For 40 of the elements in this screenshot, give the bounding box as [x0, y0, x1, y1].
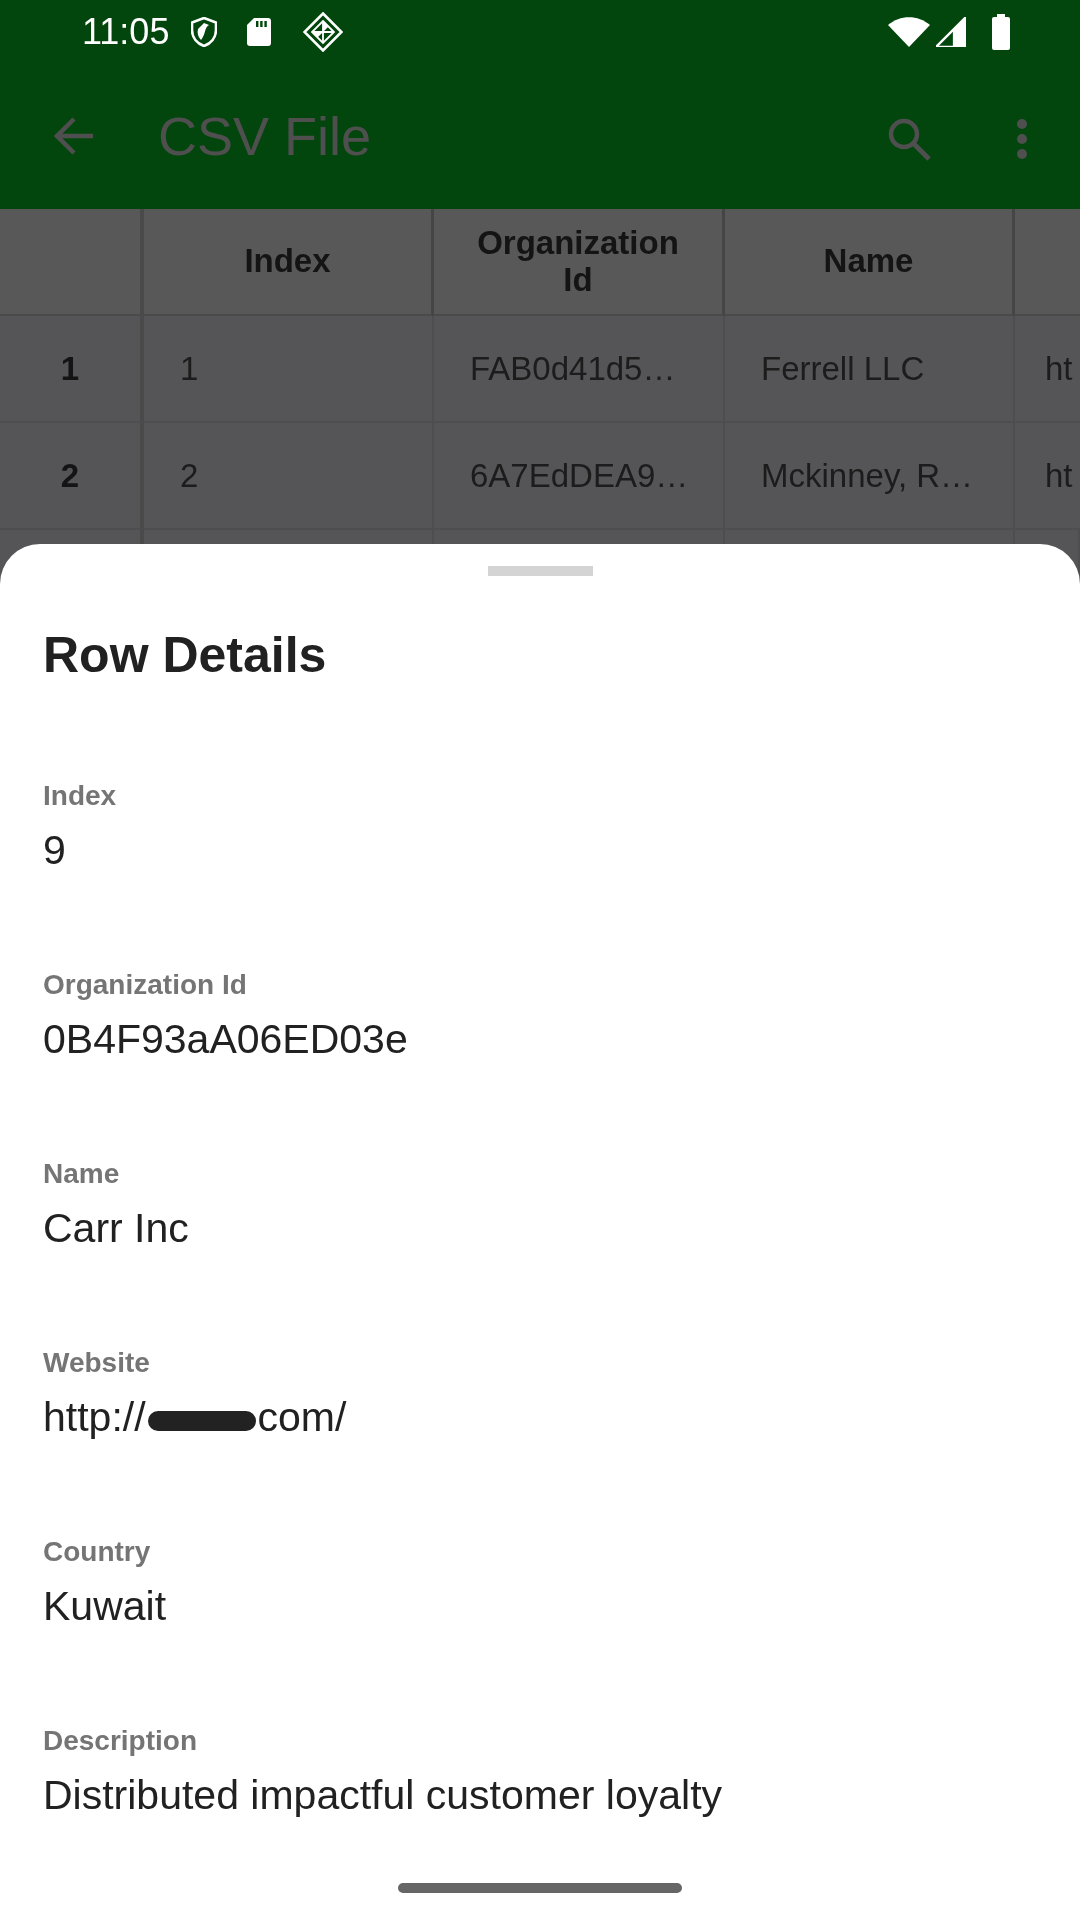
back-arrow-icon[interactable]: [53, 115, 95, 157]
field-label: Website: [43, 1346, 151, 1380]
wifi-icon: [888, 16, 930, 47]
sheet-title: Row Details: [43, 626, 328, 685]
column-header[interactable]: Organization Id: [434, 209, 725, 316]
field-label: Country: [43, 1535, 152, 1569]
table-cell: 2: [144, 423, 434, 530]
field-label: Organization Id: [43, 968, 248, 1002]
table-cell: FAB0d41d5…: [434, 316, 725, 423]
diamond-icon: [303, 11, 344, 52]
field-value: 0B4F93aA06ED03e: [43, 1015, 408, 1063]
status-time: 11:05: [82, 13, 170, 50]
app-bar-title: CSV File: [158, 109, 373, 163]
table-cell: ht: [1015, 423, 1080, 530]
field-value: Kuwait: [43, 1582, 167, 1630]
shield-icon: [191, 16, 218, 47]
column-header[interactable]: Name: [725, 209, 1015, 316]
navigation-handle[interactable]: [398, 1883, 682, 1893]
column-header[interactable]: Index: [144, 209, 434, 316]
field-value: Distributed impactful customer loyalty: [43, 1771, 723, 1819]
row-number: 2: [0, 423, 144, 530]
signal-icon: [936, 16, 966, 47]
table-cell: 1: [144, 316, 434, 423]
table-cell: ht: [1015, 316, 1080, 423]
field-label: Index: [43, 779, 118, 813]
field-label: Description: [43, 1724, 199, 1758]
table-cell: Ferrell LLC: [725, 316, 1015, 423]
table-cell: Mckinney, R…: [725, 423, 1015, 530]
field-label: Name: [43, 1157, 121, 1191]
field-value: http://: [43, 1393, 146, 1441]
drag-handle[interactable]: [487, 566, 593, 576]
row-number: 1: [0, 316, 144, 423]
table-cell: 6A7EdDEA9…: [434, 423, 725, 530]
search-icon[interactable]: [887, 117, 931, 161]
field-value: com/: [257, 1393, 347, 1441]
overflow-menu-icon[interactable]: [1016, 119, 1028, 159]
battery-icon: [992, 13, 1010, 50]
field-value: 9: [43, 826, 66, 874]
field-value: Carr Inc: [43, 1204, 189, 1252]
sd-card-icon: [247, 17, 272, 46]
